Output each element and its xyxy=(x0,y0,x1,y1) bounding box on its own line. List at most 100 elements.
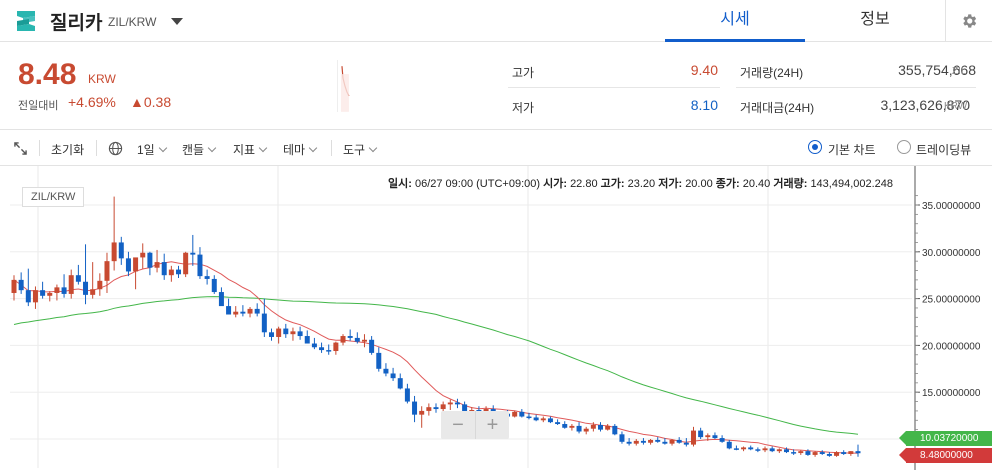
high-value: 23.20 xyxy=(627,178,656,190)
candle-body xyxy=(783,449,789,453)
candle-body xyxy=(176,269,182,275)
candle-body xyxy=(741,447,747,450)
volume-unit: ZIL xyxy=(952,66,967,77)
chevron-down-icon xyxy=(207,143,217,153)
current-price-tag: 8.48000000 xyxy=(899,447,992,463)
candle-body xyxy=(140,252,146,258)
theme-label: 테마 xyxy=(283,143,306,157)
candle-body xyxy=(97,280,103,290)
coin-name: 질리카 xyxy=(50,13,103,34)
y-tick-label: 25.00000000 xyxy=(922,295,981,306)
candle-body xyxy=(655,439,661,442)
candle-body xyxy=(598,424,604,430)
candle-body xyxy=(512,411,518,417)
globe-icon[interactable] xyxy=(108,141,123,156)
period-label: 1일 xyxy=(137,143,155,157)
basic-chart-radio[interactable] xyxy=(808,140,822,154)
candle-body xyxy=(125,258,131,272)
price-chart[interactable]: 35.00000000 30.00000000 25.00000000 20.0000… xyxy=(0,166,992,470)
indicator-select[interactable]: 지표 xyxy=(233,141,268,158)
candle-body xyxy=(640,440,646,443)
zilliqa-logo-icon xyxy=(17,11,35,31)
low-label: 저가 xyxy=(512,101,535,115)
tradingview-radio[interactable] xyxy=(897,140,911,154)
chevron-down-icon xyxy=(308,143,318,153)
candle-body xyxy=(326,350,332,352)
reset-button[interactable]: 초기화 xyxy=(51,141,84,158)
expand-icon[interactable] xyxy=(14,142,27,155)
candle-body xyxy=(311,343,317,348)
ohlc-info: 일시: 06/27 09:00 (UTC+09:00) 시가: 22.80 고가… xyxy=(388,175,893,191)
diff-amount: ▲0.38 xyxy=(130,94,172,110)
candle-body xyxy=(61,287,67,294)
candle-body xyxy=(662,441,668,444)
candle-body xyxy=(261,313,267,333)
candle-body xyxy=(290,331,296,335)
candle-body xyxy=(748,447,754,450)
candle-body xyxy=(268,332,274,337)
candle-body xyxy=(254,308,260,314)
high-value: 9.40 xyxy=(690,62,718,78)
candle-body xyxy=(47,292,53,296)
candle-body xyxy=(447,402,453,405)
price-unit: KRW xyxy=(88,72,116,86)
candle-body xyxy=(419,410,425,415)
candle-body xyxy=(190,252,196,255)
divider xyxy=(508,87,720,88)
candle-body xyxy=(226,306,232,315)
gear-icon xyxy=(963,14,977,28)
ma-long-line xyxy=(13,296,859,435)
settings-button[interactable] xyxy=(945,0,992,42)
candle-body xyxy=(333,342,339,352)
tab-market[interactable]: 시세 xyxy=(665,0,805,42)
candle-body xyxy=(90,289,96,295)
candle-body xyxy=(83,281,89,295)
candle-body xyxy=(683,442,689,445)
basic-chart-label[interactable]: 기본 차트 xyxy=(828,141,876,158)
diff-label: 전일대비 xyxy=(18,100,59,112)
candle-body xyxy=(390,373,396,379)
candle-body xyxy=(168,269,174,276)
candle-body xyxy=(676,439,682,443)
candle-body xyxy=(304,336,310,344)
candle-body xyxy=(812,452,818,455)
candle-select[interactable]: 캔들 xyxy=(182,141,217,158)
tab-info[interactable]: 정보 xyxy=(805,0,945,42)
trade-value-label: 거래대금(24H) xyxy=(740,101,815,115)
coin-select-dropdown-icon[interactable] xyxy=(171,18,183,25)
candle-body xyxy=(197,254,203,277)
candle-body xyxy=(54,287,60,293)
candle-body xyxy=(555,422,561,425)
candle-body xyxy=(68,275,74,294)
candle-body xyxy=(204,276,210,279)
indicator-label: 지표 xyxy=(233,143,256,157)
theme-select[interactable]: 테마 xyxy=(283,141,318,158)
candle-body xyxy=(233,311,239,315)
candle-body xyxy=(576,425,582,432)
low-value: 20.00 xyxy=(685,178,713,190)
candle-body xyxy=(834,452,840,456)
candle-body xyxy=(762,448,768,451)
current-price: 8.48 xyxy=(18,58,77,91)
tools-select[interactable]: 도구 xyxy=(343,141,378,158)
candle-body xyxy=(669,439,675,444)
high-label: 고가: xyxy=(600,178,625,190)
candle-body xyxy=(648,439,654,443)
candle-body xyxy=(819,452,825,454)
period-select[interactable]: 1일 xyxy=(137,141,167,158)
toolbar-separator xyxy=(331,140,332,156)
candle-body xyxy=(25,290,31,303)
candle-body xyxy=(562,424,568,428)
candle-body xyxy=(619,434,625,442)
zoom-out-button[interactable]: − xyxy=(441,411,475,439)
ma-price-tag: 10.03720000 xyxy=(899,431,992,447)
coin-pair: ZIL/KRW xyxy=(108,15,157,29)
candle-body xyxy=(440,404,446,410)
candle-body xyxy=(369,339,375,353)
tradingview-label[interactable]: 트레이딩뷰 xyxy=(916,141,971,158)
chart-toolbar: 초기화 1일 캔들 지표 테마 도구 기본 차트 트레이딩뷰 xyxy=(0,130,992,166)
zoom-in-button[interactable]: + xyxy=(475,411,509,439)
candle-body xyxy=(183,252,189,275)
candle-body xyxy=(841,452,847,454)
candle-body xyxy=(547,418,553,423)
